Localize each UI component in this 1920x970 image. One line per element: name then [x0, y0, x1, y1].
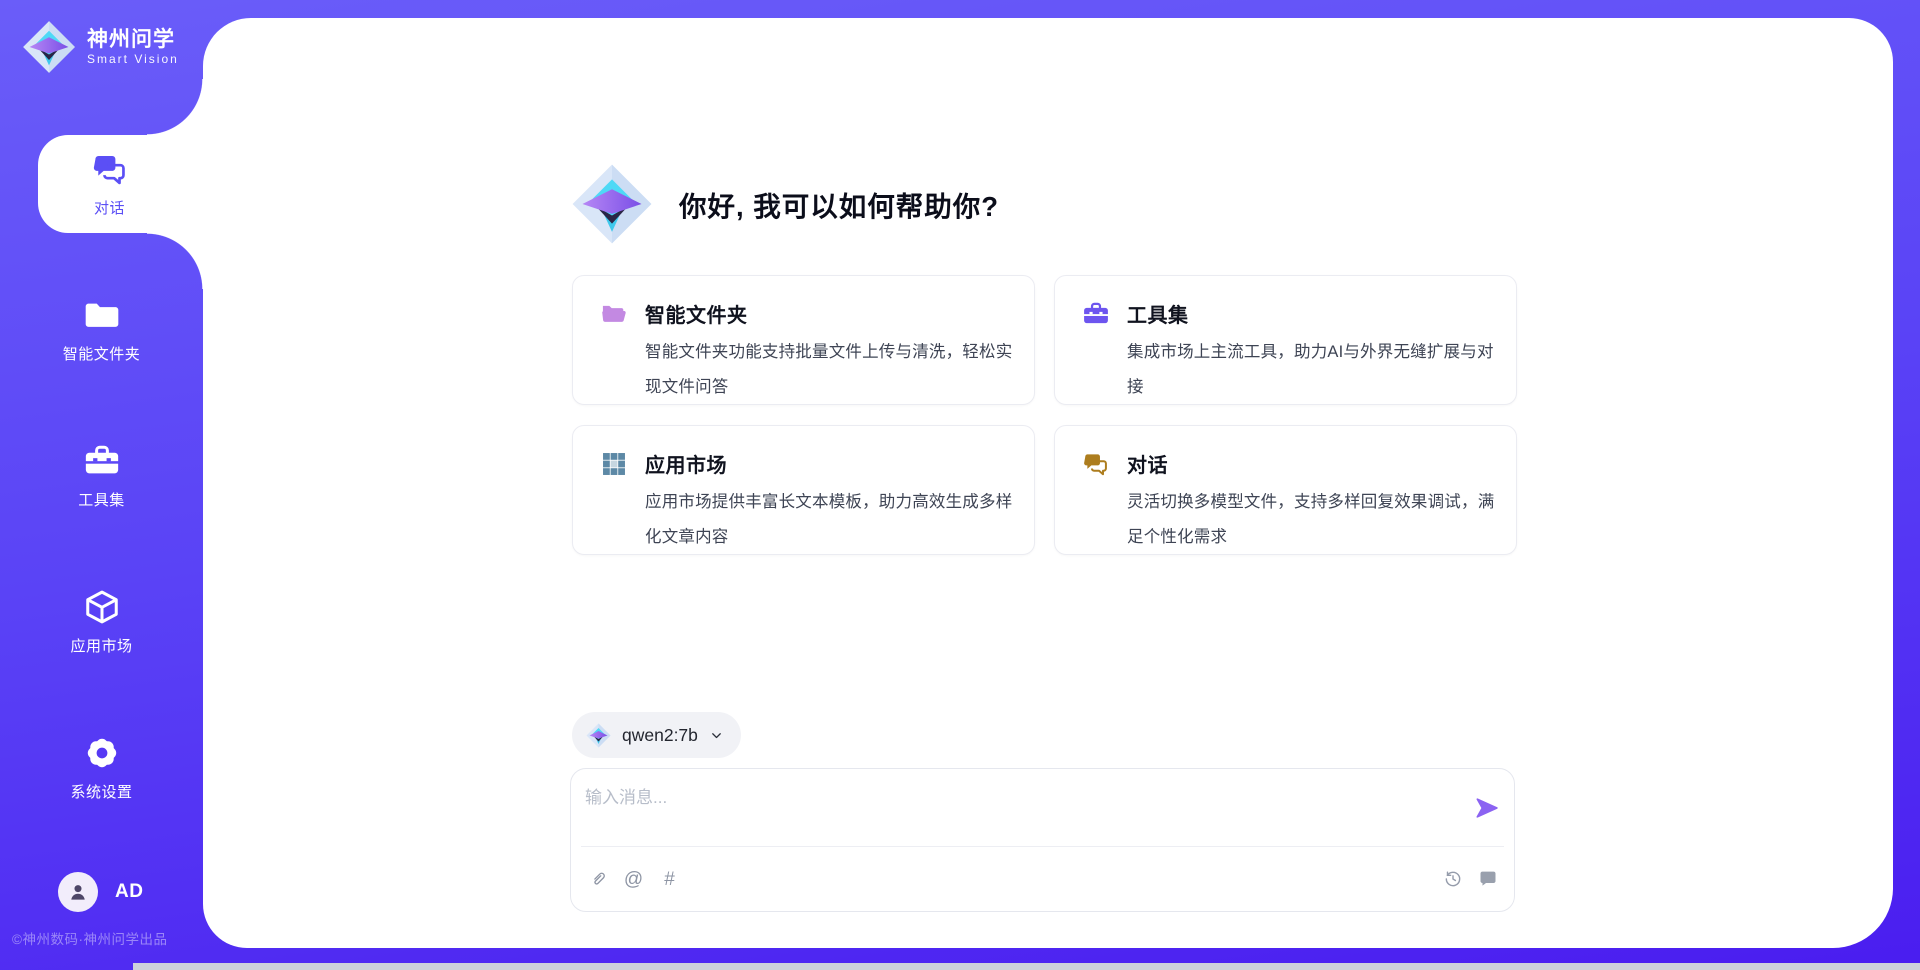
sidebar-item-label: 系统设置 [70, 781, 132, 802]
sidebar-item-app-market[interactable]: 应用市场 [0, 573, 203, 671]
copyright-footer: ©神州数码·神州问学出品 [12, 928, 167, 948]
person-icon [66, 880, 90, 904]
chat-bubbles-icon [1082, 450, 1110, 478]
model-name: qwen2:7b [622, 725, 698, 746]
card-description: 应用市场提供丰富长文本模板，助力高效生成多样化文章内容 [645, 485, 1013, 555]
card-chat[interactable]: 对话 灵活切换多模型文件，支持多样回复效果调试，满足个性化需求 [1054, 425, 1517, 555]
model-logo-icon [586, 723, 611, 748]
avatar [58, 872, 98, 912]
chat-bubbles-icon [91, 150, 129, 188]
message-input[interactable] [585, 783, 1425, 841]
model-selector[interactable]: qwen2:7b [572, 712, 741, 758]
sidebar-item-chat[interactable]: 对话 [38, 135, 203, 233]
user-name: AD [115, 881, 143, 903]
message-composer: @ # [570, 768, 1515, 912]
mention-icon[interactable]: @ [623, 869, 644, 890]
card-title: 工具集 [1127, 299, 1189, 328]
toolbox-icon [83, 442, 121, 480]
user-account[interactable]: AD [58, 872, 143, 912]
toolbox-icon [1082, 300, 1110, 328]
horizontal-scrollbar[interactable] [133, 963, 1920, 970]
chat-bubble-icon[interactable] [1477, 869, 1498, 890]
sidebar-item-label: 智能文件夹 [63, 343, 141, 364]
greeting-logo-icon [571, 163, 653, 245]
hashtag-icon[interactable]: # [659, 869, 680, 890]
cube-icon [83, 588, 121, 626]
card-description: 灵活切换多模型文件，支持多样回复效果调试，满足个性化需求 [1127, 485, 1495, 555]
sidebar-item-label: 工具集 [78, 489, 125, 510]
card-toolset[interactable]: 工具集 集成市场上主流工具，助力AI与外界无缝扩展与对接 [1054, 275, 1517, 405]
chevron-down-icon [709, 728, 724, 743]
brand: 神州问学 Smart Vision [22, 20, 179, 74]
sidebar-item-smart-folder[interactable]: 智能文件夹 [0, 281, 203, 379]
greeting: 你好, 我可以如何帮助你? [571, 163, 999, 245]
card-app-market[interactable]: 应用市场 应用市场提供丰富长文本模板，助力高效生成多样化文章内容 [572, 425, 1035, 555]
feature-cards: 智能文件夹 智能文件夹功能支持批量文件上传与清洗，轻松实现文件问答 工具集 集成… [572, 275, 1519, 555]
brand-subtitle: Smart Vision [87, 52, 179, 66]
sidebar-item-settings[interactable]: 系统设置 [0, 719, 203, 817]
send-icon[interactable] [1474, 795, 1500, 821]
gear-icon [83, 734, 121, 772]
card-title: 对话 [1127, 449, 1168, 478]
composer-toolbar: @ # [571, 847, 1514, 911]
folder-open-icon [600, 300, 628, 328]
sidebar-item-label: 应用市场 [70, 635, 132, 656]
sidebar-item-label: 对话 [94, 197, 125, 218]
greeting-text: 你好, 我可以如何帮助你? [679, 184, 999, 224]
brand-logo-icon [22, 20, 76, 74]
grid-icon [600, 450, 628, 478]
card-smart-folder[interactable]: 智能文件夹 智能文件夹功能支持批量文件上传与清洗，轻松实现文件问答 [572, 275, 1035, 405]
card-title: 智能文件夹 [645, 299, 748, 328]
main-content: 你好, 我可以如何帮助你? 智能文件夹 智能文件夹功能支持批量文件上传与清洗，轻… [203, 18, 1893, 948]
attachment-icon[interactable] [587, 869, 608, 890]
history-icon[interactable] [1442, 869, 1463, 890]
card-title: 应用市场 [645, 449, 727, 478]
card-description: 集成市场上主流工具，助力AI与外界无缝扩展与对接 [1127, 335, 1495, 405]
brand-name: 神州问学 [87, 28, 179, 52]
card-description: 智能文件夹功能支持批量文件上传与清洗，轻松实现文件问答 [645, 335, 1013, 405]
sidebar-item-toolset[interactable]: 工具集 [0, 427, 203, 525]
folder-icon [83, 296, 121, 334]
